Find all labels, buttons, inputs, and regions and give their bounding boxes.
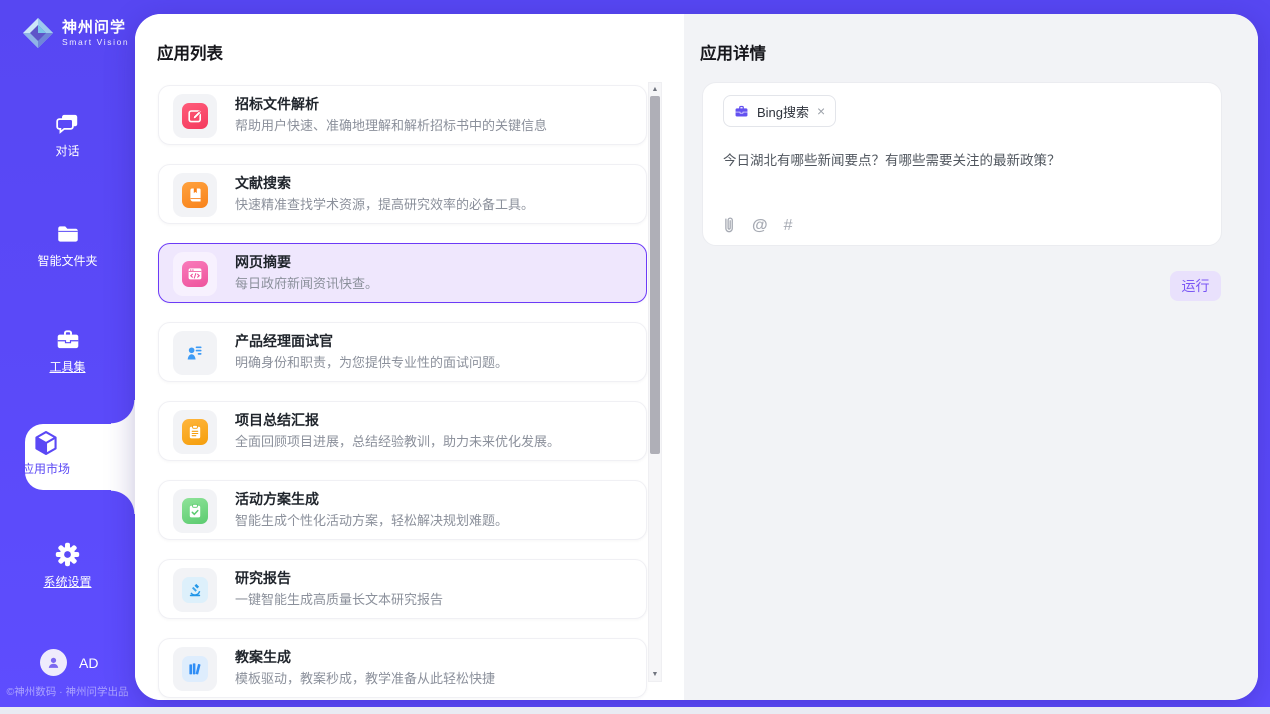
app-icon-box	[173, 331, 217, 375]
gear-icon	[54, 541, 81, 568]
user-initials: AD	[79, 655, 98, 671]
sidebar-item-label: 应用市场	[22, 460, 70, 477]
app-name: 招标文件解析	[235, 96, 547, 112]
sidebar-item-settings[interactable]: 系统设置	[0, 541, 135, 590]
cube-icon	[32, 429, 60, 457]
app-item-research-report[interactable]: 研究报告 一键智能生成高质量长文本研究报告	[158, 559, 647, 619]
app-name: 教案生成	[235, 649, 495, 665]
app-item-event-plan[interactable]: 活动方案生成 智能生成个性化活动方案，轻松解决规划难题。	[158, 480, 647, 540]
app-item-web-summary[interactable]: 网页摘要 每日政府新闻资讯快查。	[158, 243, 647, 303]
app-desc: 明确身份和职责，为您提供专业性的面试问题。	[235, 355, 508, 371]
app-desc: 智能生成个性化活动方案，轻松解决规划难题。	[235, 513, 508, 529]
book-icon	[182, 182, 208, 208]
toolbox-icon	[55, 327, 81, 353]
sidebar-item-app-market[interactable]: 应用市场	[0, 429, 101, 477]
tool-tag-label: Bing搜索	[757, 102, 809, 121]
tab-curve-bottom	[111, 490, 135, 514]
sidebar-item-label: 智能文件夹	[37, 252, 97, 269]
app-item-project-summary[interactable]: 项目总结汇报 全面回顾项目进展，总结经验教训，助力未来优化发展。	[158, 401, 647, 461]
app-desc: 全面回顾项目进展，总结经验教训，助力未来优化发展。	[235, 434, 560, 450]
app-icon-box	[173, 94, 217, 138]
app-name: 产品经理面试官	[235, 333, 508, 349]
clipboard-icon	[182, 419, 208, 445]
scrollbar-thumb[interactable]	[650, 96, 660, 454]
app-name: 网页摘要	[235, 254, 378, 270]
app-desc: 模板驱动，教案秒成，教学准备从此轻松快捷	[235, 671, 495, 687]
app-item-literature-search[interactable]: 文献搜索 快速精准查找学术资源，提高研究效率的必备工具。	[158, 164, 647, 224]
app-list-title: 应用列表	[157, 40, 223, 64]
app-detail-panel: 应用详情 Bing搜索 × 今日湖北有哪些新闻要点？有哪些需要关注的最新政策？	[684, 14, 1258, 700]
app-list: 招标文件解析 帮助用户快速、准确地理解和解析招标书中的关键信息	[158, 85, 647, 698]
app-window: 神州问学 Smart Vision 对话 智能文件夹 工具集	[0, 0, 1270, 714]
sidebar-item-chat[interactable]: 对话	[0, 111, 135, 159]
app-icon-box	[173, 252, 217, 296]
scrollbar-up-arrow[interactable]: ▲	[649, 83, 661, 96]
app-detail-title: 应用详情	[700, 40, 766, 64]
app-name: 文献搜索	[235, 175, 534, 191]
user-account[interactable]: AD	[40, 649, 98, 676]
app-list-panel: 应用列表 招标文件解析 帮助用户快速、准确地理解和解析招标书中的关键信	[135, 14, 684, 700]
briefcase-icon	[734, 104, 749, 119]
sidebar-item-label: 工具集	[49, 358, 85, 375]
run-button[interactable]: 运行	[1170, 271, 1221, 301]
bottom-edge-strip	[0, 707, 1270, 714]
app-name: 项目总结汇报	[235, 412, 560, 428]
brand-logo: 神州问学 Smart Vision	[20, 15, 129, 51]
sidebar-item-label: 对话	[55, 142, 79, 159]
query-composer[interactable]: Bing搜索 × 今日湖北有哪些新闻要点？有哪些需要关注的最新政策？ @ #	[702, 82, 1222, 246]
app-desc: 一键智能生成高质量长文本研究报告	[235, 592, 443, 608]
app-icon-box	[173, 410, 217, 454]
folder-icon	[55, 221, 81, 247]
app-icon-box	[173, 173, 217, 217]
app-desc: 帮助用户快速、准确地理解和解析招标书中的关键信息	[235, 118, 547, 134]
sidebar-item-smart-folder[interactable]: 智能文件夹	[0, 221, 135, 269]
app-name: 活动方案生成	[235, 491, 508, 507]
webpage-code-icon	[182, 261, 208, 287]
app-list-scrollbar[interactable]: ▲ ▼	[648, 82, 662, 682]
microscope-icon	[182, 577, 208, 603]
brand-subtitle: Smart Vision	[62, 37, 129, 47]
tag-close-icon[interactable]: ×	[817, 104, 825, 118]
app-name: 研究报告	[235, 570, 443, 586]
edit-square-icon	[182, 103, 208, 129]
gem-logo-icon	[20, 15, 56, 51]
app-icon-box	[173, 647, 217, 691]
attachment-paperclip-icon[interactable]	[721, 216, 736, 235]
avatar	[40, 649, 67, 676]
scrollbar-down-arrow[interactable]: ▼	[649, 668, 661, 681]
books-icon	[182, 656, 208, 682]
content-shell: 应用列表 招标文件解析 帮助用户快速、准确地理解和解析招标书中的关键信	[135, 14, 1258, 700]
brand-name: 神州问学	[62, 19, 129, 37]
person-icon	[46, 655, 61, 670]
app-icon-box	[173, 568, 217, 612]
app-icon-box	[173, 489, 217, 533]
copyright-footer: ©神州数码 · 神州问学出品	[0, 684, 135, 699]
app-desc: 快速精准查找学术资源，提高研究效率的必备工具。	[235, 197, 534, 213]
tool-tag-bing-search[interactable]: Bing搜索 ×	[723, 95, 836, 127]
composer-toolbar: @ #	[721, 216, 793, 235]
hash-tag-icon[interactable]: #	[784, 217, 793, 235]
mention-at-icon[interactable]: @	[752, 217, 768, 235]
interviewer-icon	[182, 340, 208, 366]
sidebar-item-label: 系统设置	[43, 573, 91, 590]
clipboard-check-icon	[182, 498, 208, 524]
query-text[interactable]: 今日湖北有哪些新闻要点？有哪些需要关注的最新政策？	[723, 151, 1201, 171]
chat-icon	[55, 111, 81, 137]
app-item-lesson-plan[interactable]: 教案生成 模板驱动，教案秒成，教学准备从此轻松快捷	[158, 638, 647, 698]
app-item-bid-doc-analysis[interactable]: 招标文件解析 帮助用户快速、准确地理解和解析招标书中的关键信息	[158, 85, 647, 145]
app-desc: 每日政府新闻资讯快查。	[235, 276, 378, 292]
sidebar-item-toolset[interactable]: 工具集	[0, 327, 135, 375]
app-item-pm-interviewer[interactable]: 产品经理面试官 明确身份和职责，为您提供专业性的面试问题。	[158, 322, 647, 382]
tab-curve-top	[111, 400, 135, 424]
